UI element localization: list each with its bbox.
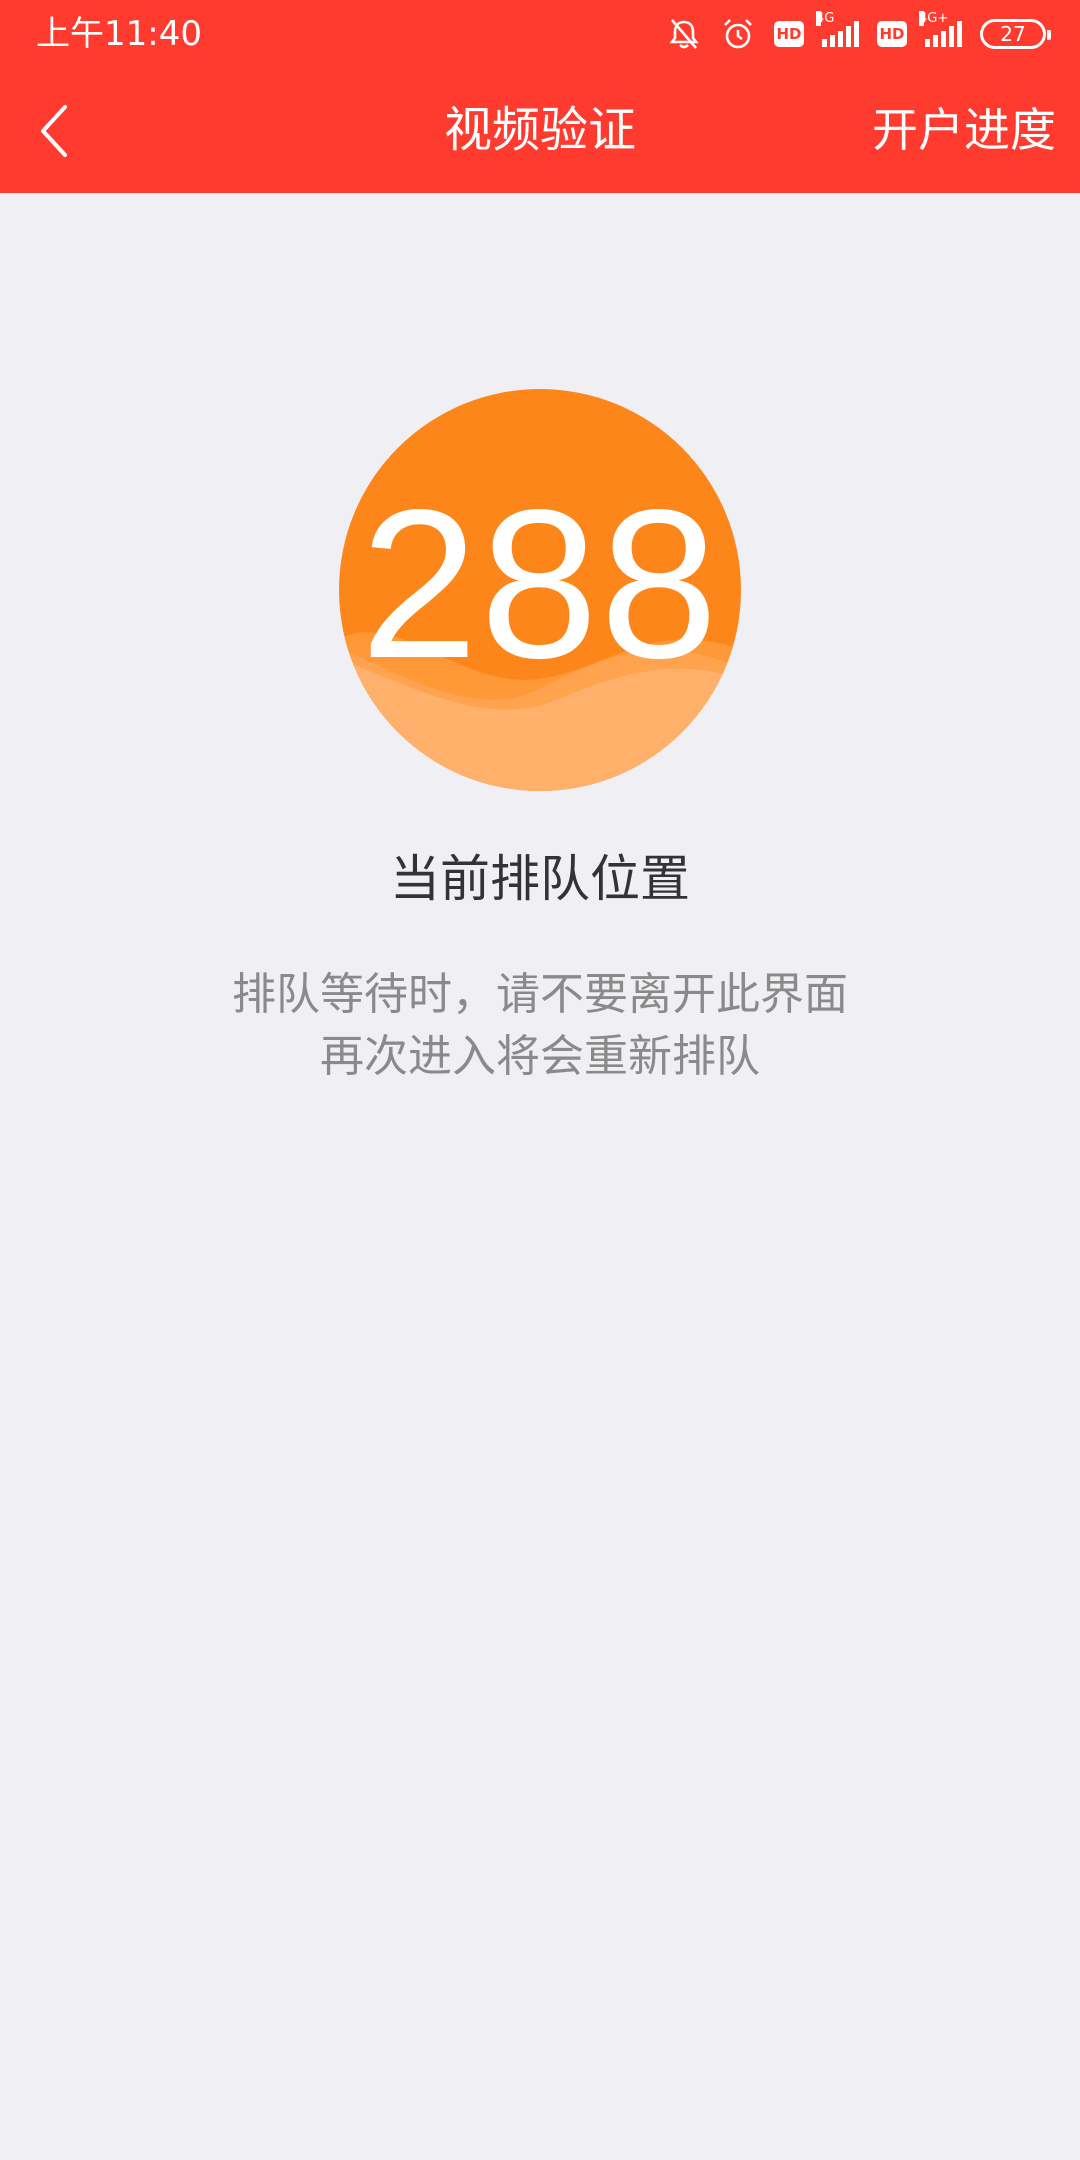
hd-badge: HD — [774, 21, 804, 47]
signal-4g-icon: 4G — [816, 11, 859, 47]
queue-badge: 288 — [339, 389, 741, 791]
hd-badge: HD — [877, 21, 907, 47]
top-bar: 上午11:40 HD 4G HD 4G+ 27 视频验证 开户进度 — [0, 0, 1080, 193]
network-type-label: 4G+ — [919, 11, 949, 26]
queue-hint-line: 再次进入将会重新排队 — [320, 1031, 760, 1082]
nav-bar: 视频验证 开户进度 — [0, 68, 1080, 193]
alarm-icon — [724, 19, 752, 49]
network-type-label: 4G — [816, 11, 835, 26]
status-icons: HD 4G HD 4G+ 27 — [666, 11, 1051, 54]
queue-hint: 排队等待时，请不要离开此界面 再次进入将会重新排队 — [0, 964, 1080, 1088]
account-progress-link[interactable]: 开户进度 — [872, 98, 1056, 162]
battery-icon: 27 — [980, 19, 1051, 49]
queue-hint-line: 排队等待时，请不要离开此界面 — [232, 969, 848, 1020]
status-bar: 上午11:40 HD 4G HD 4G+ 27 — [0, 0, 1080, 68]
mute-bell-icon — [669, 19, 699, 49]
battery-level: 27 — [1000, 22, 1026, 46]
queue-position-label: 当前排队位置 — [390, 850, 690, 908]
status-time: 上午11:40 — [36, 14, 202, 54]
queue-position-number: 288 — [360, 465, 720, 702]
signal-4g-plus-icon: 4G+ — [919, 11, 962, 47]
